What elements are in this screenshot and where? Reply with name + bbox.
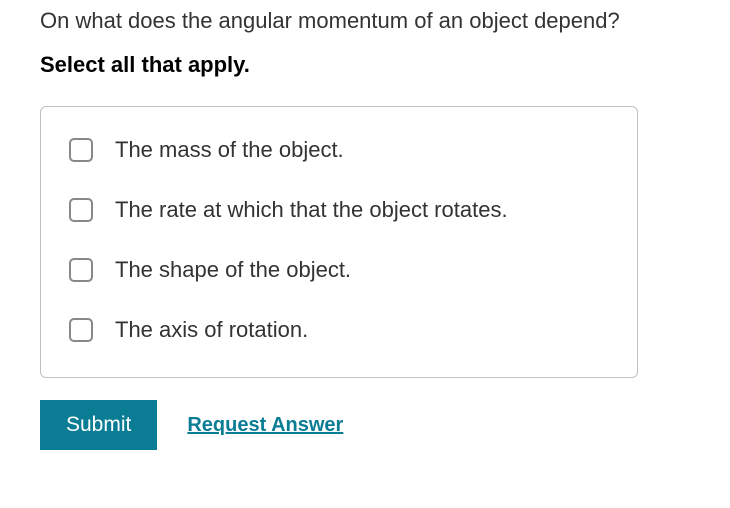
option-row: The rate at which that the object rotate…	[69, 197, 609, 223]
checkbox-option-1[interactable]	[69, 198, 93, 222]
request-answer-link[interactable]: Request Answer	[187, 414, 343, 437]
checkbox-option-2[interactable]	[69, 258, 93, 282]
option-row: The mass of the object.	[69, 137, 609, 163]
options-box: The mass of the object. The rate at whic…	[40, 106, 638, 378]
actions-row: Submit Request Answer	[40, 400, 690, 450]
option-row: The axis of rotation.	[69, 317, 609, 343]
option-label: The axis of rotation.	[115, 317, 308, 343]
option-label: The mass of the object.	[115, 137, 344, 163]
option-label: The shape of the object.	[115, 257, 351, 283]
option-label: The rate at which that the object rotate…	[115, 197, 508, 223]
submit-button[interactable]: Submit	[40, 400, 157, 450]
checkbox-option-0[interactable]	[69, 138, 93, 162]
instruction-text: Select all that apply.	[40, 52, 690, 78]
option-row: The shape of the object.	[69, 257, 609, 283]
checkbox-option-3[interactable]	[69, 318, 93, 342]
question-text: On what does the angular momentum of an …	[40, 8, 690, 34]
